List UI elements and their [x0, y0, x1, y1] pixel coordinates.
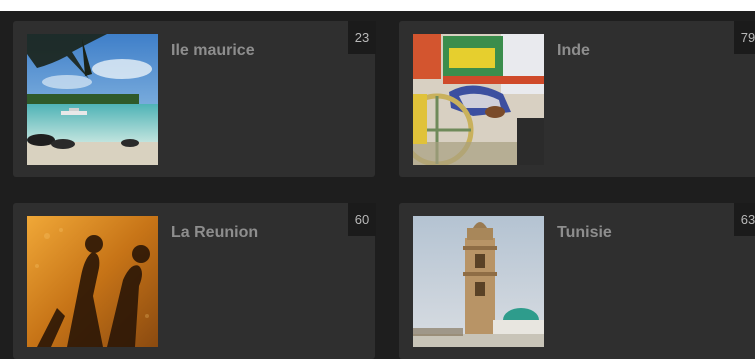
album-thumbnail-ile-maurice[interactable]	[27, 34, 158, 165]
minaret-photo-icon	[413, 216, 544, 347]
photo-count-badge: 79	[734, 21, 755, 54]
album-title[interactable]: Tunisie	[557, 224, 612, 242]
album-thumbnail-tunisie[interactable]	[413, 216, 544, 347]
photo-count-badge: 23	[348, 21, 376, 54]
photo-count-badge: 63	[734, 203, 755, 236]
album-card-tunisie[interactable]: Tunisie 63	[399, 203, 755, 359]
album-title[interactable]: La Reunion	[171, 224, 258, 242]
cart-photo-icon	[413, 34, 544, 165]
top-border	[0, 0, 755, 11]
shadow-photo-icon	[27, 216, 158, 347]
beach-photo-icon	[27, 34, 158, 165]
album-card-la-reunion[interactable]: La Reunion 60	[13, 203, 376, 359]
album-thumbnail-inde[interactable]	[413, 34, 544, 165]
photo-count-badge: 60	[348, 203, 376, 236]
album-thumbnail-la-reunion[interactable]	[27, 216, 158, 347]
album-title[interactable]: Ile maurice	[171, 42, 255, 60]
album-card-ile-maurice[interactable]: Ile maurice 23	[13, 21, 376, 177]
album-title[interactable]: Inde	[557, 42, 590, 60]
album-card-inde[interactable]: Inde 79	[399, 21, 755, 177]
